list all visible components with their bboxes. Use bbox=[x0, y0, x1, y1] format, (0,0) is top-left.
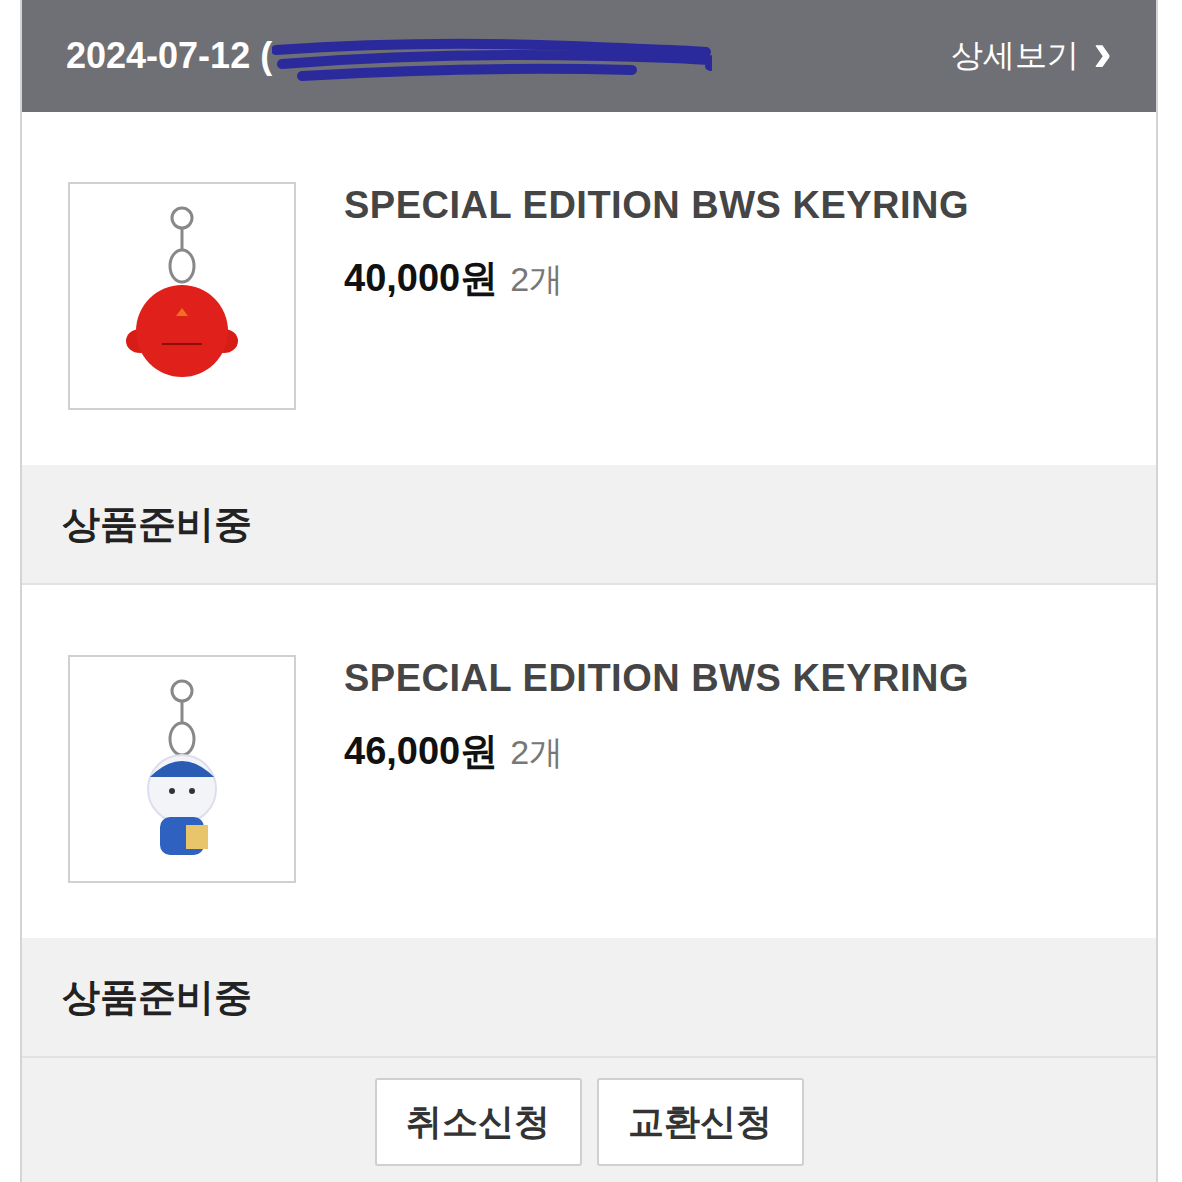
product-info: SPECIAL EDITION BWS KEYRING 46,000원 2개 bbox=[344, 655, 969, 883]
order-header: 2024-07-12 ( 상세보기› bbox=[22, 0, 1156, 112]
bear-keyring-icon bbox=[82, 669, 282, 869]
order-date-wrap: 2024-07-12 ( bbox=[66, 26, 712, 86]
detail-link[interactable]: 상세보기› bbox=[951, 32, 1112, 80]
order-item[interactable]: SPECIAL EDITION BWS KEYRING 46,000원 2개 bbox=[22, 585, 1156, 938]
red-bird-keyring-icon bbox=[82, 196, 282, 396]
price-row: 40,000원 2개 bbox=[344, 253, 969, 304]
product-thumbnail[interactable] bbox=[68, 655, 296, 883]
action-button[interactable]: 교환신청 bbox=[597, 1078, 804, 1166]
order-item[interactable]: SPECIAL EDITION BWS KEYRING 40,000원 2개 bbox=[22, 112, 1156, 465]
redaction-scribble-icon bbox=[272, 26, 712, 86]
chevron-right-icon: › bbox=[1093, 24, 1112, 80]
product-title[interactable]: SPECIAL EDITION BWS KEYRING bbox=[344, 657, 969, 700]
order-panel: 2024-07-12 ( 상세보기› SPECIAL EDITION BWS KEY… bbox=[20, 0, 1158, 1182]
product-quantity: 2개 bbox=[510, 730, 563, 776]
product-price: 46,000원 bbox=[344, 726, 498, 777]
page: 2024-07-12 ( 상세보기› SPECIAL EDITION BWS KEY… bbox=[0, 0, 1182, 1182]
product-quantity: 2개 bbox=[510, 257, 563, 303]
order-date: 2024-07-12 ( bbox=[66, 35, 272, 77]
product-thumbnail[interactable] bbox=[68, 182, 296, 410]
product-info: SPECIAL EDITION BWS KEYRING 40,000원 2개 bbox=[344, 182, 969, 410]
product-title[interactable]: SPECIAL EDITION BWS KEYRING bbox=[344, 184, 969, 227]
button-area: 취소신청교환신청 bbox=[22, 1058, 1156, 1182]
order-status: 상품준비중 bbox=[22, 938, 1156, 1058]
order-status: 상품준비중 bbox=[22, 465, 1156, 585]
price-row: 46,000원 2개 bbox=[344, 726, 969, 777]
product-price: 40,000원 bbox=[344, 253, 498, 304]
action-button[interactable]: 취소신청 bbox=[375, 1078, 582, 1166]
